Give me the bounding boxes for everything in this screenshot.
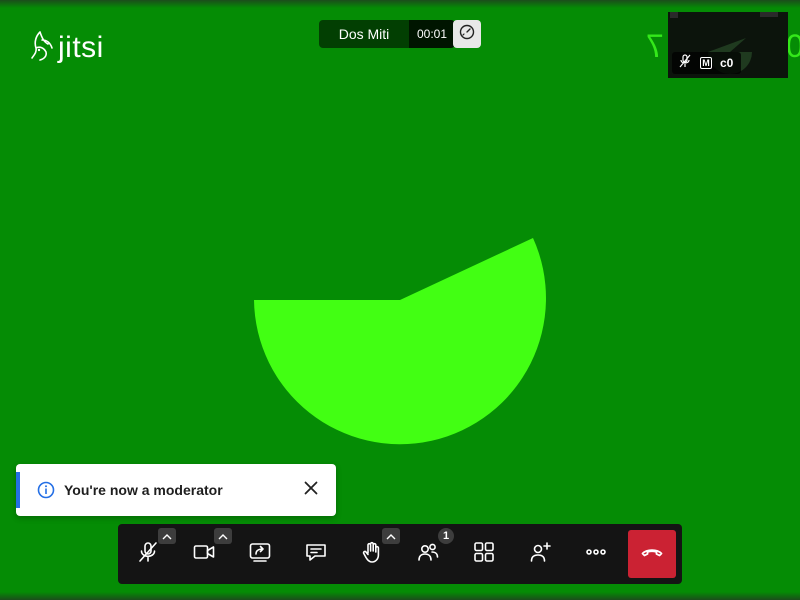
microphone-muted-icon bbox=[678, 53, 692, 73]
reactions-menu-button[interactable] bbox=[382, 528, 400, 544]
hangup-button[interactable] bbox=[628, 530, 676, 578]
chevron-up-icon bbox=[218, 527, 228, 545]
local-video-thumbnail[interactable]: M c0 bbox=[668, 12, 788, 78]
jitsi-logo-icon bbox=[30, 28, 54, 67]
participants-icon bbox=[416, 540, 440, 569]
close-icon bbox=[304, 481, 318, 500]
info-icon bbox=[37, 481, 55, 504]
top-shadow bbox=[0, 0, 800, 8]
camera-icon bbox=[192, 540, 216, 569]
main-toolbar: 1 bbox=[118, 524, 682, 584]
screen-share-button[interactable] bbox=[236, 530, 284, 578]
tile-view-button[interactable] bbox=[460, 530, 508, 578]
video-settings-button[interactable] bbox=[214, 528, 232, 544]
notification-accent-bar bbox=[16, 472, 20, 508]
moderator-notification: You're now a moderator bbox=[16, 464, 336, 516]
bottom-shadow bbox=[0, 592, 800, 600]
audio-settings-button[interactable] bbox=[158, 528, 176, 544]
notification-message: You're now a moderator bbox=[64, 482, 223, 498]
microphone-muted-icon bbox=[136, 540, 160, 569]
conference-title: Dos Miti bbox=[319, 20, 409, 48]
remote-video-text: 7 bbox=[646, 28, 664, 64]
logo-wordmark: jitsi bbox=[58, 30, 104, 64]
hangup-icon bbox=[640, 540, 664, 569]
raise-hand-icon bbox=[360, 540, 384, 569]
screen-share-icon bbox=[248, 540, 272, 569]
participant-name: c0 bbox=[720, 56, 734, 70]
participants-count-badge: 1 bbox=[438, 528, 454, 544]
performance-settings-button[interactable] bbox=[453, 20, 481, 48]
jitsi-logo[interactable]: jitsi bbox=[30, 28, 104, 67]
more-options-button[interactable] bbox=[572, 530, 620, 578]
remote-video-text-edge: 0 bbox=[786, 28, 800, 64]
moderator-badge: M bbox=[700, 57, 712, 69]
large-video: jitsi Dos Miti 00:01 7 0 M c0 You're now… bbox=[0, 0, 800, 600]
chevron-up-icon bbox=[162, 527, 172, 545]
chat-button[interactable] bbox=[292, 530, 340, 578]
chevron-up-icon bbox=[386, 527, 396, 545]
chat-icon bbox=[304, 540, 328, 569]
invite-button[interactable] bbox=[516, 530, 564, 578]
more-options-icon bbox=[584, 540, 608, 569]
thumbnail-status-bar: M c0 bbox=[672, 52, 742, 74]
performance-gauge-icon bbox=[459, 24, 475, 45]
close-notification-button[interactable] bbox=[302, 481, 320, 499]
tile-view-icon bbox=[472, 540, 496, 569]
conference-subject: Dos Miti 00:01 bbox=[319, 20, 456, 48]
remote-video-shape bbox=[254, 238, 546, 445]
conference-timer: 00:01 bbox=[409, 20, 456, 48]
invite-icon bbox=[528, 540, 552, 569]
